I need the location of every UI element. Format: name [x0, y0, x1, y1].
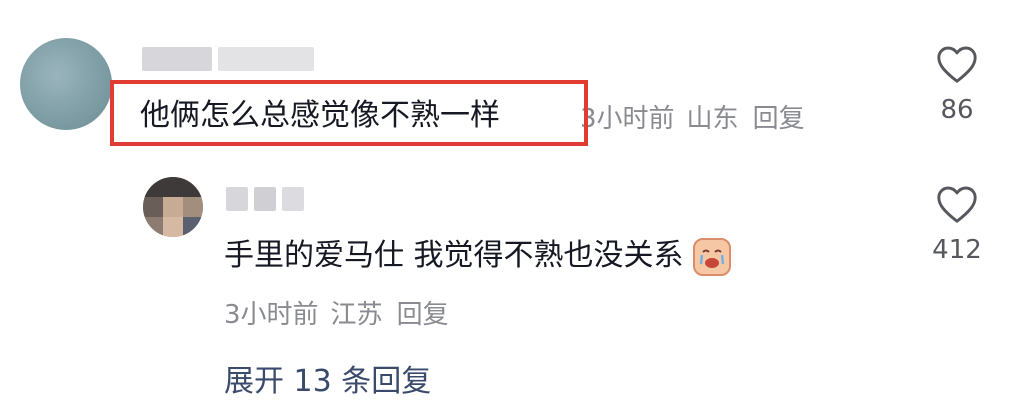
- like-count: 86: [940, 95, 974, 125]
- like-button[interactable]: 86: [917, 44, 997, 126]
- comment-meta: 3小时前 山东 回复: [580, 102, 805, 136]
- highlight-box: [110, 80, 588, 146]
- crying-face-emoji: [693, 237, 732, 276]
- reply-text: 手里的爱马仕 我觉得不熟也没关系: [224, 236, 732, 276]
- comment-time: 3小时前: [580, 104, 675, 134]
- reply-username-blurred[interactable]: [226, 186, 304, 212]
- heart-outline-icon: [937, 46, 977, 83]
- reply-text-content: 手里的爱马仕 我觉得不熟也没关系: [224, 238, 684, 273]
- avatar[interactable]: [20, 38, 112, 130]
- reply-meta: 3小时前 江苏 回复: [224, 298, 449, 332]
- reply-reply-button[interactable]: 回复: [397, 300, 449, 330]
- reply-time: 3小时前: [224, 300, 319, 330]
- reply-button[interactable]: 回复: [753, 104, 805, 134]
- expand-replies-link[interactable]: 展开 13 条回复: [224, 362, 431, 402]
- heart-outline-icon: [937, 186, 977, 223]
- reply-region: 江苏: [330, 300, 383, 330]
- reply-like-button[interactable]: 412: [917, 184, 997, 266]
- username-blurred[interactable]: [142, 46, 314, 72]
- reply-avatar[interactable]: [143, 177, 203, 237]
- reply-like-count: 412: [932, 235, 982, 265]
- comment-region: 山东: [686, 104, 739, 134]
